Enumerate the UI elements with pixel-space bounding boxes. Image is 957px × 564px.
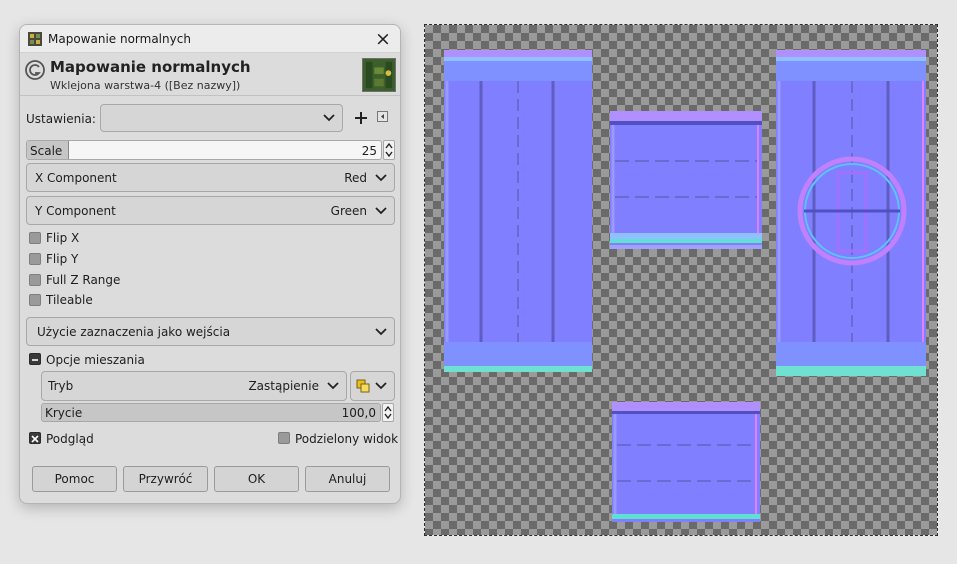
- middle-top-crate: [610, 111, 762, 249]
- bottom-crate: [612, 402, 760, 522]
- plus-icon[interactable]: [354, 111, 368, 125]
- blend-mode-label: Tryb: [48, 379, 74, 393]
- tileable-checkbox[interactable]: [29, 294, 41, 306]
- y-component-label: Y Component: [35, 203, 116, 218]
- flip-y-checkbox[interactable]: [29, 253, 41, 265]
- close-icon[interactable]: ×: [370, 27, 396, 51]
- scale-value: 25: [361, 144, 377, 158]
- preview-checkbox[interactable]: [29, 432, 41, 444]
- chevron-down-icon: [375, 382, 387, 390]
- flip-x-label: Flip X: [46, 231, 80, 245]
- blending-options-label: Opcje mieszania: [46, 353, 145, 367]
- normal-map-preview: [444, 50, 926, 522]
- opacity-label: Krycie: [45, 406, 83, 420]
- x-component-label: X Component: [35, 170, 117, 185]
- image-canvas[interactable]: [424, 24, 938, 536]
- composite-mode-icon: [356, 379, 370, 393]
- scale-spin-buttons[interactable]: [383, 140, 395, 160]
- blend-mode-combo[interactable]: Tryb Zastąpienie: [41, 371, 347, 401]
- minus-icon: [32, 359, 38, 361]
- split-view-label: Podzielony widok: [295, 432, 399, 446]
- blend-mode-value: Zastąpienie: [248, 379, 319, 393]
- spin-arrows-icon: [384, 405, 392, 420]
- spin-arrows-icon: [385, 142, 393, 158]
- y-component-value: Green: [330, 203, 367, 218]
- dialog-header: Mapowanie normalnych Wklejona warstwa-4 …: [20, 53, 400, 96]
- settings-label: Ustawienia:: [26, 112, 96, 126]
- full-z-range-label: Full Z Range: [46, 273, 121, 287]
- header-subtitle: Wklejona warstwa-4 ([Bez nazwy]): [50, 79, 241, 92]
- header-title: Mapowanie normalnych: [50, 58, 251, 76]
- opacity-slider[interactable]: Krycie 100,0: [41, 403, 381, 422]
- gimp-wilber-icon: [28, 32, 42, 46]
- chevron-down-icon: [375, 327, 387, 335]
- scale-slider[interactable]: Scale 25: [26, 140, 382, 160]
- input-selection-value: Użycie zaznaczenia jako wejścia: [37, 324, 231, 339]
- left-pillar: [444, 50, 592, 372]
- gimp-filter-icon: [25, 60, 45, 80]
- flip-x-checkbox[interactable]: [29, 232, 41, 244]
- checkmark-x-icon: [31, 435, 39, 443]
- chevron-down-icon: [323, 114, 335, 122]
- flip-y-label: Flip Y: [46, 252, 79, 266]
- right-pillar: [776, 50, 926, 376]
- full-z-range-checkbox[interactable]: [29, 274, 41, 286]
- reset-button[interactable]: Przywróć: [123, 466, 208, 492]
- chevron-down-icon: [375, 173, 387, 181]
- settings-combo[interactable]: [100, 104, 343, 132]
- chevron-down-icon: [327, 382, 339, 390]
- chevron-down-icon: [375, 206, 387, 214]
- scale-label: Scale: [30, 144, 63, 158]
- input-selection-combo[interactable]: Użycie zaznaczenia jako wejścia: [26, 317, 395, 346]
- split-view-checkbox[interactable]: [278, 432, 290, 444]
- menu-arrow-icon[interactable]: [377, 111, 388, 122]
- x-component-value: Red: [344, 170, 367, 185]
- opacity-spin-buttons[interactable]: [382, 403, 394, 422]
- help-button[interactable]: Pomoc: [32, 466, 117, 492]
- cancel-button[interactable]: Anuluj: [305, 466, 390, 492]
- opacity-value: 100,0: [341, 406, 376, 420]
- title-bar[interactable]: Mapowanie normalnych ×: [20, 25, 400, 53]
- y-component-combo[interactable]: Y Component Green: [26, 196, 395, 225]
- x-component-combo[interactable]: X Component Red: [26, 163, 395, 192]
- blending-options-toggle[interactable]: [29, 353, 41, 365]
- layer-thumbnail: [362, 58, 396, 92]
- ok-button[interactable]: OK: [214, 466, 299, 492]
- preview-label: Podgląd: [46, 432, 94, 446]
- window-title: Mapowanie normalnych: [48, 32, 191, 46]
- normal-map-dialog: Mapowanie normalnych × Mapowanie normaln…: [19, 24, 401, 504]
- composite-mode-combo[interactable]: [350, 371, 395, 401]
- tileable-label: Tileable: [46, 293, 93, 307]
